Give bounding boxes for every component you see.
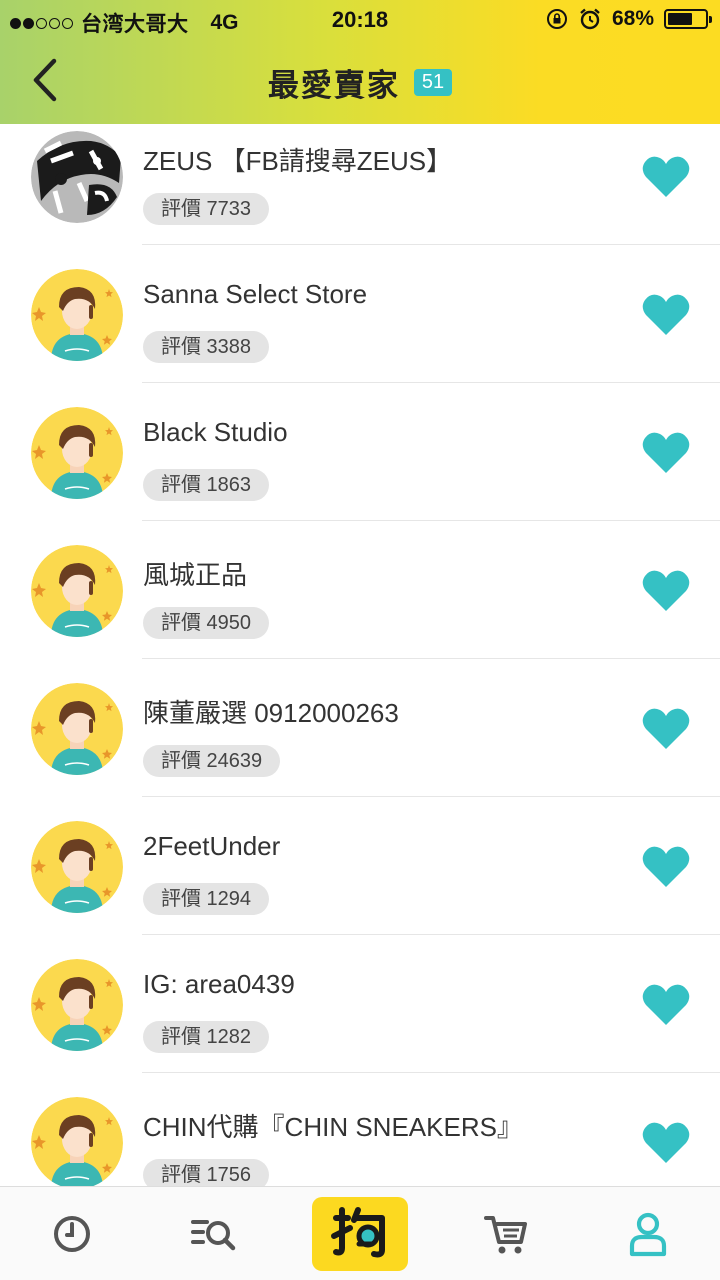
- seller-row[interactable]: CHIN代購『CHIN SNEAKERS』 評價 1756: [0, 1073, 720, 1186]
- seller-name: ZEUS 【FB請搜尋ZEUS】: [143, 146, 453, 176]
- favorite-heart-button[interactable]: [641, 569, 691, 613]
- seller-name: 風城正品: [143, 560, 248, 590]
- heart-icon: [642, 984, 690, 1025]
- seller-default-avatar: [31, 269, 123, 361]
- seller-default-avatar: [31, 1097, 123, 1186]
- cart-icon: [484, 1216, 527, 1254]
- rating-badge: 評價 1863: [143, 469, 270, 501]
- favorite-heart-button[interactable]: [641, 1121, 691, 1165]
- alarm-icon: [580, 8, 600, 30]
- search-list-icon: [191, 1220, 236, 1251]
- rating-badge: 評價 7733: [143, 193, 270, 225]
- heart-icon: [642, 432, 690, 473]
- favorite-heart-button[interactable]: [641, 155, 691, 199]
- rating-badge: 評價 4950: [143, 607, 270, 639]
- seller-row[interactable]: 2FeetUnder 評價 1294: [0, 797, 720, 935]
- status-bar: 台湾大哥大 4G 20:18 68%: [0, 0, 720, 40]
- app-header: 台湾大哥大 4G 20:18 68% 最愛賣家 51: [0, 0, 720, 124]
- seller-logo-avatar: [31, 131, 123, 223]
- rating-badge: 評價 1294: [143, 883, 270, 915]
- tab-bar: [0, 1186, 720, 1280]
- heart-icon: [642, 846, 690, 887]
- favorite-heart-button[interactable]: [641, 983, 691, 1027]
- seller-name: CHIN代購『CHIN SNEAKERS』: [143, 1112, 523, 1142]
- seller-row[interactable]: 陳董嚴選 0912000263 評價 24639: [0, 659, 720, 797]
- seller-name: IG: area0439: [143, 969, 295, 999]
- battery-percentage: 68%: [611, 7, 654, 30]
- seller-row[interactable]: 風城正品評價 4950: [0, 521, 720, 659]
- heart-icon: [642, 156, 690, 197]
- seller-list[interactable]: ZEUS 【FB請搜尋ZEUS】 評價 7733 Sanna Select Sto…: [0, 124, 720, 1186]
- heart-icon: [642, 1122, 690, 1163]
- seller-name: Sanna Select Store: [143, 279, 368, 309]
- page-title: 最愛賣家: [267, 68, 400, 103]
- seller-row[interactable]: IG: area0439 評價 1282: [0, 935, 720, 1073]
- favorite-heart-button[interactable]: [641, 431, 691, 475]
- seller-row[interactable]: Sanna Select Store 評價 3388: [0, 245, 720, 383]
- seller-default-avatar: [31, 407, 123, 499]
- seller-default-avatar: [31, 683, 123, 775]
- count-badge: 51: [413, 69, 453, 96]
- favorite-heart-button[interactable]: [641, 845, 691, 889]
- seller-name: Black Studio: [143, 417, 288, 447]
- status-right: 68%: [546, 7, 712, 31]
- seller-name: 陳董嚴選 0912000263: [143, 698, 399, 728]
- grab-logo-icon: [331, 1207, 385, 1258]
- favorite-heart-button[interactable]: [641, 707, 691, 751]
- seller-row[interactable]: Black Studio 評價 1863: [0, 383, 720, 521]
- battery-icon: [664, 9, 712, 29]
- seller-default-avatar: [31, 959, 123, 1051]
- heart-icon: [642, 570, 690, 611]
- heart-icon: [642, 294, 690, 335]
- seller-default-avatar: [31, 821, 123, 913]
- rating-badge: 評價 1756: [143, 1159, 270, 1186]
- rating-badge: 評價 1282: [143, 1021, 270, 1053]
- person-icon: [629, 1212, 667, 1257]
- rotation-lock-icon: [546, 9, 567, 29]
- tab-profile[interactable]: [598, 1187, 698, 1280]
- tab-search[interactable]: [164, 1187, 264, 1280]
- favorite-heart-button[interactable]: [641, 293, 691, 337]
- seller-default-avatar: [31, 545, 123, 637]
- rating-badge: 評價 3388: [143, 331, 270, 363]
- nav-title-group: 最愛賣家 51: [0, 60, 720, 105]
- nav-bar: 最愛賣家 51: [0, 40, 720, 124]
- rating-badge: 評價 24639: [143, 745, 281, 777]
- tab-history[interactable]: [22, 1187, 122, 1280]
- heart-icon: [642, 708, 690, 749]
- clock-icon: [54, 1216, 90, 1252]
- tab-grab-home[interactable]: [312, 1197, 408, 1271]
- seller-name: 2FeetUnder: [143, 831, 281, 861]
- seller-row[interactable]: ZEUS 【FB請搜尋ZEUS】 評價 7733: [0, 124, 720, 245]
- tab-cart[interactable]: [456, 1187, 556, 1280]
